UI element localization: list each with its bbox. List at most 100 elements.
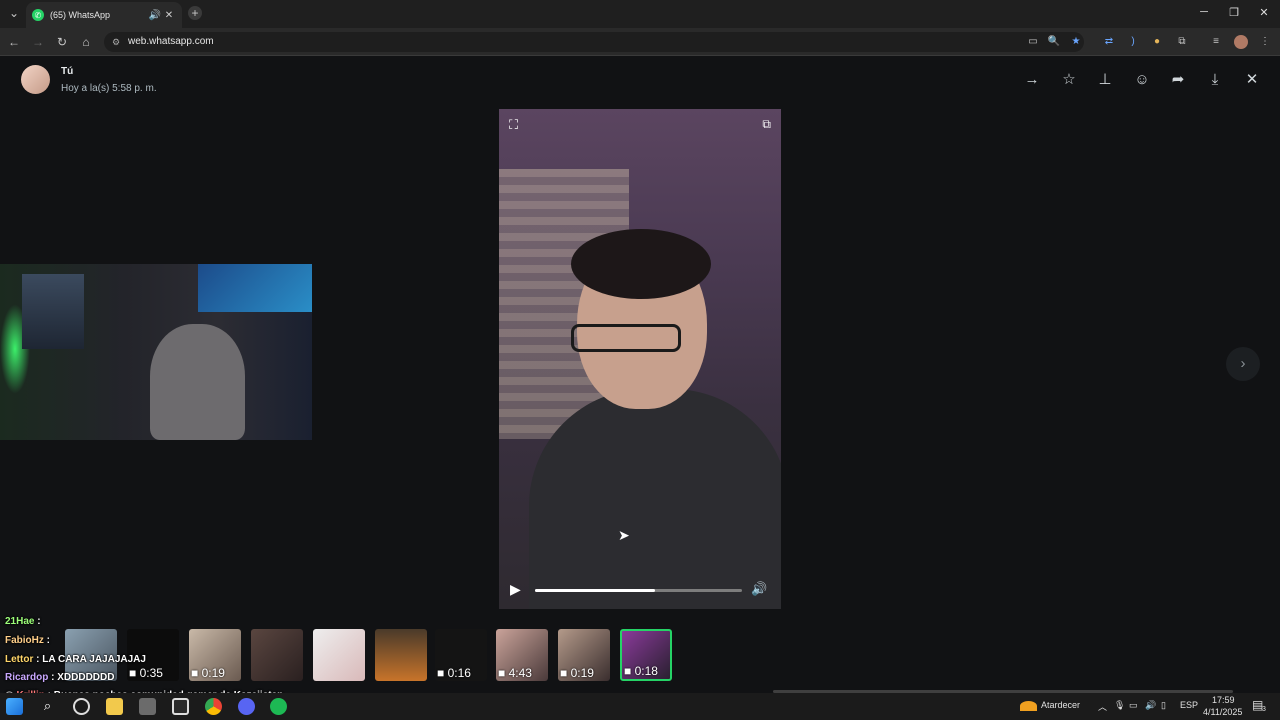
forward-icon[interactable]: →: [30, 35, 46, 49]
chat-message: Ricardop : XDDDDDDD: [5, 672, 115, 683]
extension-wave-icon[interactable]: ): [1126, 35, 1140, 49]
download-icon[interactable]: ⤓: [1206, 71, 1224, 89]
go-to-message-icon[interactable]: →: [1023, 71, 1041, 89]
sender-avatar[interactable]: [21, 65, 50, 94]
close-tab-icon[interactable]: ✕: [162, 10, 176, 21]
clock-time[interactable]: 17:59: [1212, 695, 1235, 705]
tray-expand-icon[interactable]: ︿: [1098, 700, 1107, 713]
notification-count: 3: [1262, 706, 1266, 713]
language-indicator[interactable]: ESP: [1180, 700, 1198, 710]
weather-label[interactable]: Atardecer: [1041, 700, 1080, 710]
file-explorer-icon[interactable]: [106, 698, 123, 715]
back-icon[interactable]: ←: [6, 35, 22, 49]
battery-icon[interactable]: ▯: [1161, 700, 1166, 711]
webcam-wall-poster: [22, 274, 84, 349]
url-field[interactable]: ⚙ web.whatsapp.com: [104, 32, 1084, 52]
mouse-cursor-icon: ➤: [618, 527, 630, 543]
minimize-button[interactable]: ─: [1194, 6, 1214, 18]
home-icon[interactable]: ⌂: [78, 35, 94, 49]
fullscreen-icon[interactable]: ⛶: [509, 117, 518, 133]
browser-menu-icon[interactable]: ⋮: [1258, 35, 1272, 49]
close-viewer-icon[interactable]: ✕: [1243, 71, 1261, 89]
chat-message: 21Hae :: [5, 616, 41, 627]
volume-tray-icon[interactable]: 🔊: [1145, 700, 1156, 711]
media-thumbnail[interactable]: ■ 4:43: [496, 629, 548, 681]
tab-whatsapp[interactable]: ✆ (65) WhatsApp 🔊 ✕: [26, 2, 182, 28]
media-control-icon[interactable]: ≡: [1209, 35, 1223, 49]
react-emoji-icon[interactable]: ☺: [1133, 71, 1151, 89]
extension-egg-icon[interactable]: ●: [1150, 35, 1164, 49]
steam-icon[interactable]: [139, 698, 156, 715]
address-bar-row: ← → ↻ ⌂ ⚙ web.whatsapp.com ▭ 🔍 ★ ⇄ ) ● ⧉…: [0, 28, 1280, 56]
video-player[interactable]: ⛶ ⧉ ▶ 🔊: [499, 109, 781, 609]
reload-icon[interactable]: ↻: [54, 35, 70, 49]
maximize-button[interactable]: ❐: [1224, 6, 1244, 19]
media-thumbnail-selected[interactable]: ■ 0:18: [620, 629, 672, 681]
media-thumbnail[interactable]: [313, 629, 365, 681]
spotify-icon[interactable]: [270, 698, 287, 715]
thumbnail-duration: ■ 0:19: [191, 666, 225, 680]
chat-message: FabioHz :: [5, 635, 50, 646]
chat-message: Lettor : LA CARA JAJAJAJAJ: [5, 654, 146, 665]
browser-tab-bar: ⌄ ✆ (65) WhatsApp 🔊 ✕ + ─ ❐ ✕: [0, 0, 1280, 28]
thumbnail-duration: ■ 0:18: [624, 664, 658, 678]
webcam-monitor: [198, 264, 312, 312]
game-app-icon[interactable]: [172, 698, 189, 715]
weather-sunset-icon[interactable]: [1020, 701, 1037, 711]
message-timestamp: Hoy a la(s) 5:58 p. m.: [61, 83, 157, 94]
media-thumbnail-strip: ■ 0:35 ■ 0:19 ■ 0:16 ■ 4:43 ■ 0:19 ■ 0:1…: [0, 619, 1280, 690]
tab-title: (65) WhatsApp: [50, 10, 111, 20]
streamer-webcam-overlay: [0, 264, 312, 440]
video-seek-progress: [535, 589, 656, 592]
media-thumbnail[interactable]: [375, 629, 427, 681]
speaker-icon[interactable]: 🔊: [148, 10, 162, 21]
video-frame-person: [529, 389, 781, 609]
thumbnail-duration: ■ 4:43: [498, 666, 532, 680]
pin-icon[interactable]: ⊥: [1096, 71, 1114, 89]
media-thumbnail[interactable]: ■ 0:16: [435, 629, 487, 681]
clock-date[interactable]: 4/11/2025: [1203, 707, 1242, 717]
picture-in-picture-icon[interactable]: ⧉: [762, 117, 771, 132]
chat-username: 21Hae: [5, 616, 35, 627]
media-thumbnail[interactable]: ■ 0:19: [189, 629, 241, 681]
thumbnail-duration: ■ 0:19: [560, 666, 594, 680]
close-window-button[interactable]: ✕: [1254, 6, 1274, 19]
url-text: web.whatsapp.com: [128, 36, 214, 47]
windows-taskbar: ⌕ Atardecer ︿ 🎙 ▭ 🔊 ▯ ESP 17:59 4/11/202…: [0, 693, 1280, 720]
tab-search-icon[interactable]: ⌄: [6, 6, 22, 20]
whatsapp-icon: ✆: [32, 9, 44, 21]
video-frame-glasses: [571, 324, 681, 352]
chat-text: XDDDDDDD: [57, 672, 115, 683]
profile-avatar[interactable]: [1234, 35, 1248, 49]
task-app-icon[interactable]: [73, 698, 90, 715]
next-media-button[interactable]: ›: [1226, 347, 1260, 381]
new-tab-button[interactable]: +: [188, 6, 202, 20]
chrome-icon[interactable]: [205, 698, 222, 715]
extensions-puzzle-icon[interactable]: ⧉: [1175, 35, 1189, 49]
network-icon[interactable]: ▭: [1129, 700, 1138, 711]
media-thumbnail[interactable]: ■ 0:19: [558, 629, 610, 681]
webcam-streamer: [150, 324, 245, 440]
chat-username: Ricardop: [5, 672, 49, 683]
sender-name: Tú: [61, 66, 74, 77]
chat-text: LA CARA JAJAJAJAJ: [42, 654, 146, 665]
chat-username: FabioHz: [5, 635, 44, 646]
cast-icon[interactable]: ▭: [1026, 35, 1040, 49]
video-seek-bar[interactable]: [535, 589, 742, 592]
microphone-icon[interactable]: 🎙: [1114, 700, 1125, 711]
bookmark-star-icon[interactable]: ★: [1069, 35, 1083, 49]
thumbnail-duration: ■ 0:35: [129, 666, 163, 680]
site-info-icon[interactable]: ⚙: [112, 32, 120, 52]
discord-icon[interactable]: [238, 698, 255, 715]
play-icon[interactable]: ▶: [510, 581, 521, 598]
forward-icon[interactable]: ➦: [1169, 71, 1187, 89]
video-frame-hair: [571, 229, 711, 299]
volume-icon[interactable]: 🔊: [751, 581, 767, 597]
search-icon[interactable]: ⌕: [39, 698, 56, 715]
chat-username: Lettor: [5, 654, 34, 665]
start-menu-icon[interactable]: [6, 698, 23, 715]
zoom-icon[interactable]: 🔍: [1047, 35, 1061, 49]
media-thumbnail[interactable]: [251, 629, 303, 681]
translate-icon[interactable]: ⇄: [1102, 35, 1116, 49]
star-icon[interactable]: ☆: [1060, 71, 1078, 89]
